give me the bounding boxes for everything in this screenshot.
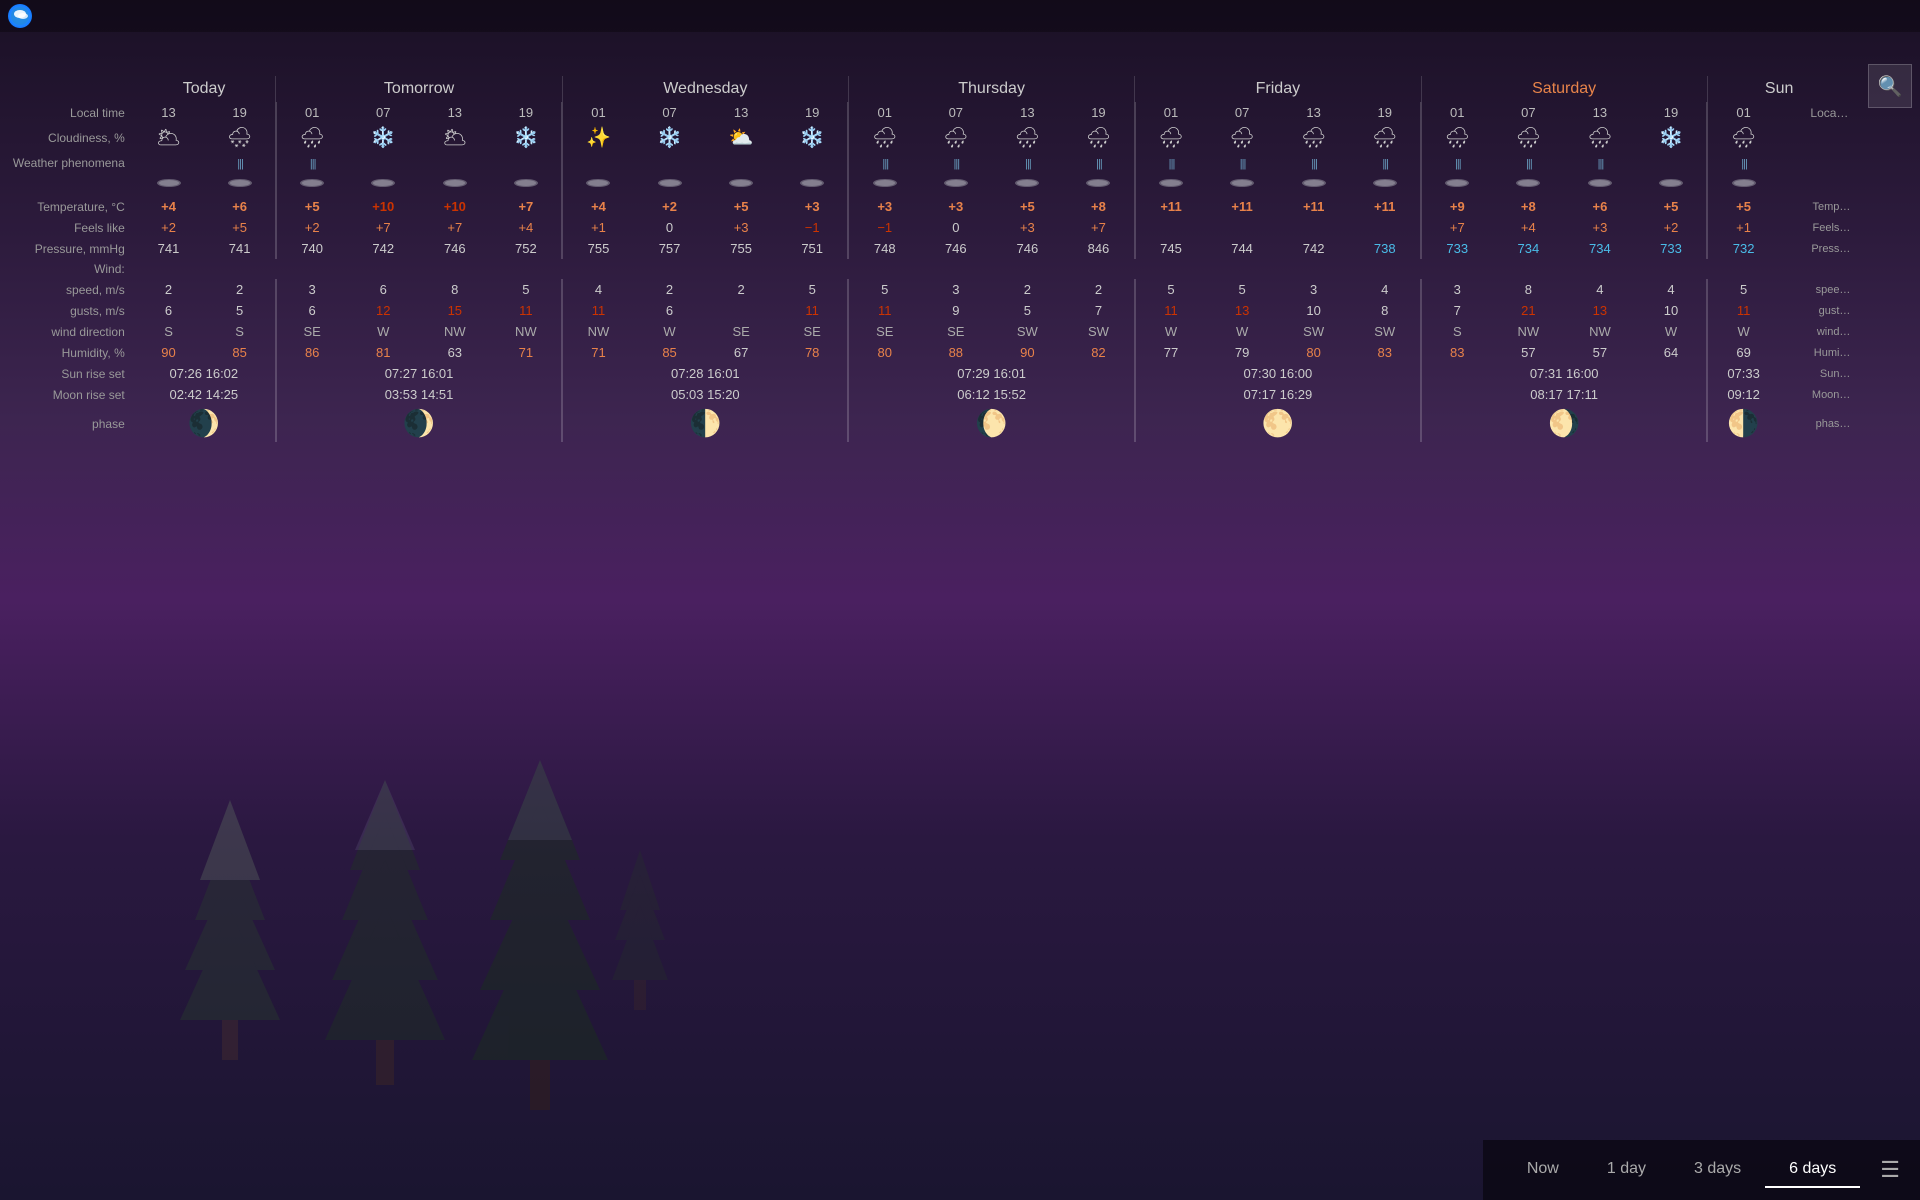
- day-today: Today: [133, 76, 276, 102]
- wind-gusts-row: gusts, m/s656121511116111195711131087211…: [0, 300, 1920, 321]
- weather-table: Today Tomorrow Wednesday Thursday Friday…: [0, 76, 1920, 442]
- nav-now[interactable]: Now: [1503, 1152, 1583, 1188]
- bottom-navigation: Now 1 day 3 days 6 days ☰: [1483, 1140, 1920, 1200]
- day-tomorrow: Tomorrow: [276, 76, 562, 102]
- background-decoration: [0, 700, 1920, 1200]
- feels-like-row: Feels like+2+5+2+7+7+4+10+3−1−10+3+7+7+4…: [0, 217, 1920, 238]
- nav-1day[interactable]: 1 day: [1583, 1152, 1670, 1188]
- day-saturday: Saturday: [1421, 76, 1707, 102]
- wind-header-row: Wind:: [0, 259, 1920, 279]
- nav-menu[interactable]: ☰: [1880, 1157, 1900, 1183]
- moon-phase-row: phase🌒🌒🌓🌔🌕🌖🌗phas…: [0, 405, 1920, 442]
- cloudiness-row: Cloudiness, %🌥🌨🌧❄️🌥❄️✨❄️⛅❄️🌧🌧🌧🌧🌧🌧🌧🌧🌧🌧🌧❄️…: [0, 123, 1920, 152]
- pressure-row: Pressure, mmHg74174174074274675275575775…: [0, 238, 1920, 259]
- search-icon: 🔍: [1878, 74, 1903, 99]
- local-time-row: Local time131901071319010713190107131901…: [0, 102, 1920, 123]
- nav-3days[interactable]: 3 days: [1670, 1152, 1765, 1188]
- sun-rise-set-row: Sun rise set07:26 16:0207:27 16:0107:28 …: [0, 363, 1920, 384]
- moon-rise-set-row: Moon rise set02:42 14:2503:53 14:5105:03…: [0, 384, 1920, 405]
- app-logo: [8, 4, 32, 28]
- day-friday: Friday: [1135, 76, 1421, 102]
- search-button[interactable]: 🔍: [1868, 64, 1912, 108]
- day-thursday: Thursday: [848, 76, 1134, 102]
- day-headers-row: Today Tomorrow Wednesday Thursday Friday…: [0, 76, 1920, 102]
- weather-table-container: Today Tomorrow Wednesday Thursday Friday…: [0, 76, 1920, 442]
- temperature-row: Temperature, °C+4+6+5+10+10+7+4+2+5+3+3+…: [0, 196, 1920, 217]
- wind-direction-row: wind directionSSSEWNWNWNWWSESESESESWSWWW…: [0, 321, 1920, 342]
- mist-icon-row: [0, 174, 1920, 196]
- wind-speed-row: speed, m/s22368542255322553438445spee…: [0, 279, 1920, 300]
- top-bar: [0, 0, 1920, 32]
- day-sunday: Sun: [1707, 76, 1850, 102]
- weather-phenomena-row: Weather phenomena| | || | || | || | || |…: [0, 152, 1920, 174]
- nav-6days[interactable]: 6 days: [1765, 1152, 1860, 1188]
- humidity-row: Humidity, %90858681637171856778808890827…: [0, 342, 1920, 363]
- day-wednesday: Wednesday: [562, 76, 848, 102]
- location-header: 🔍: [0, 32, 1920, 76]
